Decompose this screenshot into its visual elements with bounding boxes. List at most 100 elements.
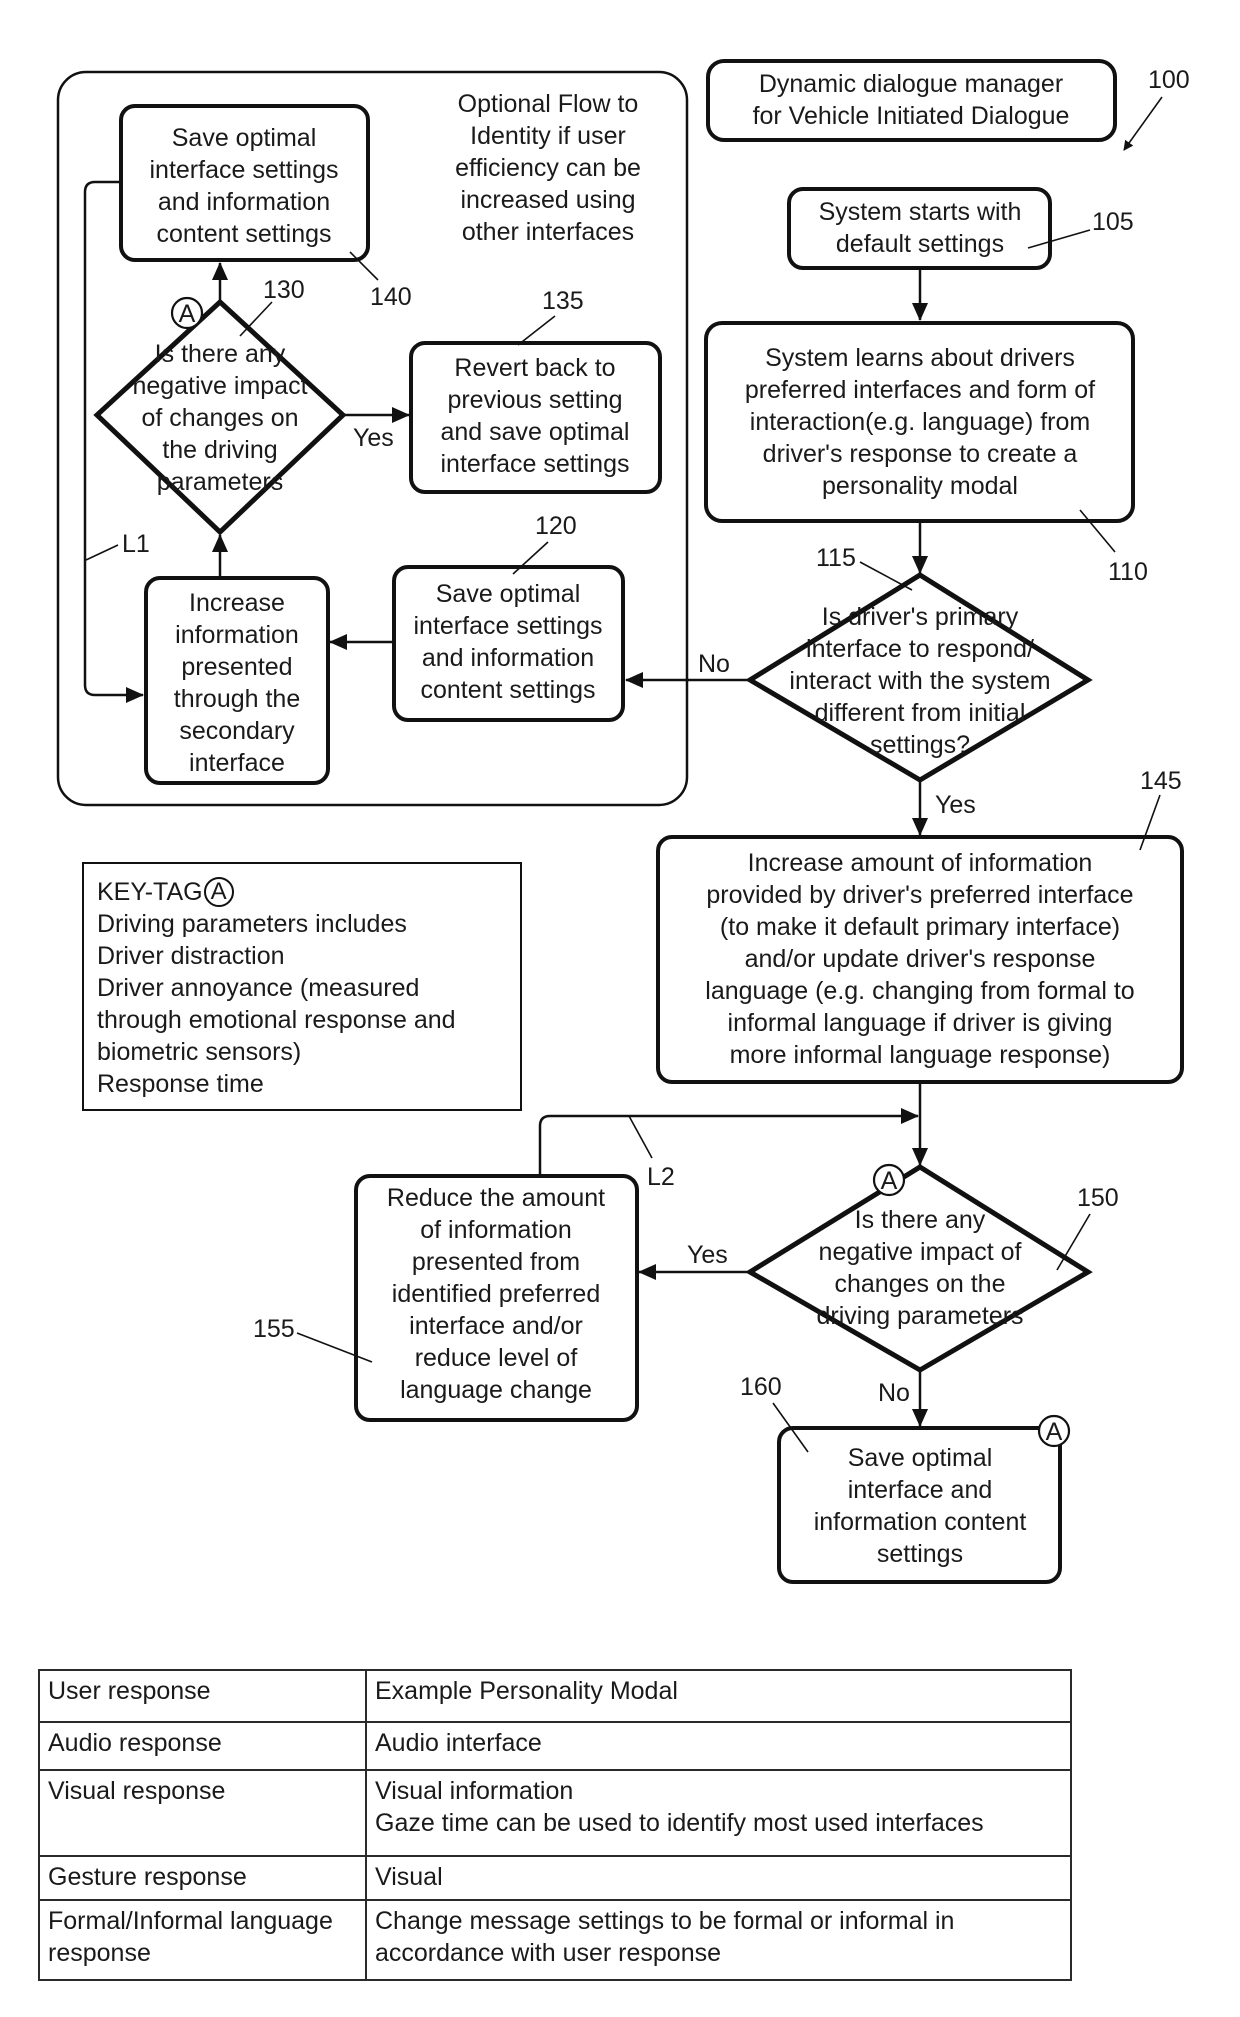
svg-text:previous setting: previous setting	[447, 386, 622, 414]
svg-text:interface settings: interface settings	[441, 450, 630, 478]
node-160-save-settings: Save optimal interface and information c…	[777, 1426, 1062, 1584]
label-l1: L1	[122, 530, 150, 558]
svg-text:Dynamic dialogue manager: Dynamic dialogue manager	[759, 70, 1063, 98]
optional-flow-caption: Optional Flow to Identity if user effici…	[455, 90, 641, 246]
svg-text:information content: information content	[814, 1508, 1027, 1536]
l1-leader	[85, 544, 119, 561]
cell-modal-line: Visual	[375, 1863, 443, 1891]
svg-text:Save optimal: Save optimal	[848, 1444, 993, 1472]
svg-text:personality modal: personality modal	[822, 472, 1018, 500]
title-box: Dynamic dialogue manager for Vehicle Ini…	[706, 59, 1117, 142]
svg-text:Is there any: Is there any	[155, 340, 286, 368]
key-tag-a-160: A	[1037, 1414, 1071, 1448]
header-user-response: User response	[38, 1669, 367, 1723]
svg-text:Is there any: Is there any	[855, 1206, 986, 1234]
label-150-no: No	[878, 1379, 910, 1407]
svg-text:of changes on: of changes on	[141, 404, 298, 432]
node-125-increase-secondary: Increase information presented through t…	[144, 576, 330, 785]
ref-115-leader	[859, 561, 913, 591]
cell-response: Formal/Informal language response	[38, 1899, 367, 1981]
node-145-increase-preferred: Increase amount of information provided …	[656, 835, 1184, 1084]
ref-130-leader	[239, 301, 273, 337]
ref-115: 115	[816, 544, 856, 572]
node-135-revert-settings: Revert back to previous setting and save…	[409, 341, 662, 494]
cell-modal-line: accordance with user response	[375, 1939, 722, 1967]
header-personality-modal: Example Personality Modal	[365, 1669, 1072, 1723]
svg-text:default settings: default settings	[836, 230, 1004, 258]
cell-response: Gesture response	[38, 1855, 367, 1901]
svg-text:negative impact: negative impact	[132, 372, 307, 400]
svg-text:of information: of information	[420, 1216, 571, 1244]
l2-leader	[628, 1115, 653, 1159]
cell-modal-line: Change message settings to be formal or …	[375, 1907, 955, 1935]
ref-100: 100	[1148, 66, 1190, 94]
key-tag-legend: KEY-TAG A Driving parameters includes Dr…	[82, 862, 522, 1111]
node-130-decision-negative-impact: Is there any negative impact of changes …	[93, 298, 347, 536]
key-tag-line: Response time	[97, 1070, 264, 1098]
svg-text:interface: interface	[189, 749, 285, 777]
cell-modal: Audio interface	[365, 1721, 1072, 1771]
svg-text:and/or update driver's respons: and/or update driver's response	[745, 945, 1096, 973]
svg-text:through the: through the	[174, 685, 301, 713]
node-140-save-settings: Save optimal interface settings and info…	[119, 104, 370, 262]
svg-text:presented: presented	[181, 653, 292, 681]
label-150-yes: Yes	[687, 1241, 728, 1269]
svg-text:settings: settings	[877, 1540, 963, 1568]
table-row: Gesture response Visual	[38, 1855, 1072, 1901]
svg-text:content settings: content settings	[156, 220, 331, 248]
svg-text:Revert back to: Revert back to	[454, 354, 615, 382]
loop-l2-path	[538, 1108, 919, 1175]
svg-text:other interfaces: other interfaces	[462, 218, 634, 246]
svg-text:driver's response to create a: driver's response to create a	[763, 440, 1078, 468]
node-105-start-default-settings: System starts with default settings	[787, 187, 1052, 270]
cell-response: Visual response	[38, 1769, 367, 1857]
node-115-decision-primary-interface: Is driver's primary interface to respond…	[745, 572, 1093, 783]
cell-modal: Visual information Gaze time can be used…	[365, 1769, 1072, 1857]
svg-text:for Vehicle Initiated Dialogue: for Vehicle Initiated Dialogue	[753, 102, 1070, 130]
key-tag-line: Driver annoyance (measured	[97, 974, 420, 1002]
svg-text:reduce level of: reduce level of	[415, 1344, 578, 1372]
svg-text:identified preferred: identified preferred	[392, 1280, 600, 1308]
svg-text:and information: and information	[422, 644, 594, 672]
svg-text:A: A	[881, 1167, 898, 1195]
svg-text:System starts with: System starts with	[819, 198, 1022, 226]
node-155-reduce-information: Reduce the amount of information present…	[354, 1174, 639, 1422]
svg-text:Increase amount of information: Increase amount of information	[748, 849, 1093, 877]
key-tag-line: Driver distraction	[97, 942, 285, 970]
svg-text:and information: and information	[158, 188, 330, 216]
svg-text:interact with the system: interact with the system	[789, 667, 1050, 695]
table-row: Visual response Visual information Gaze …	[38, 1769, 1072, 1857]
svg-text:Identity if user: Identity if user	[470, 122, 626, 150]
label-130-yes: Yes	[353, 424, 394, 452]
svg-text:parameters: parameters	[157, 468, 283, 496]
svg-text:content settings: content settings	[420, 676, 595, 704]
label-115-yes: Yes	[935, 791, 976, 819]
node-150-decision-negative-impact: Is there any negative impact of changes …	[745, 1164, 1093, 1373]
key-tag-a-130: A	[170, 296, 204, 330]
label-l2: L2	[647, 1163, 675, 1191]
svg-text:increased using: increased using	[460, 186, 635, 214]
cell-modal: Visual	[365, 1855, 1072, 1901]
svg-text:interaction(e.g. language) fro: interaction(e.g. language) from	[750, 408, 1090, 436]
ref-155: 155	[253, 1315, 295, 1343]
ref-145: 145	[1140, 767, 1182, 795]
ref-140: 140	[370, 283, 412, 311]
ref-135: 135	[542, 287, 584, 315]
svg-text:provided by driver's preferred: provided by driver's preferred interface	[706, 881, 1133, 909]
ref-105: 105	[1092, 208, 1134, 236]
svg-text:A: A	[1046, 1418, 1063, 1446]
label-115-no: No	[698, 650, 730, 678]
ref-160: 160	[740, 1373, 782, 1401]
svg-text:presented from: presented from	[412, 1248, 580, 1276]
cell-modal-line: Visual information	[375, 1777, 574, 1805]
svg-text:System learns about drivers: System learns about drivers	[765, 344, 1075, 372]
svg-text:efficiency can be: efficiency can be	[455, 154, 641, 182]
svg-text:and save optimal: and save optimal	[440, 418, 629, 446]
flowchart-diagram: Optional Flow to Identity if user effici…	[56, 59, 1190, 1584]
table-row: Audio response Audio interface	[38, 1721, 1072, 1771]
svg-text:Is driver's primary: Is driver's primary	[822, 603, 1019, 631]
key-tag-line: Driving parameters includes	[97, 910, 407, 938]
svg-text:different from initial: different from initial	[815, 699, 1026, 727]
ref-120: 120	[535, 512, 577, 540]
cell-modal-line: Gaze time can be used to identify most u…	[375, 1809, 984, 1837]
